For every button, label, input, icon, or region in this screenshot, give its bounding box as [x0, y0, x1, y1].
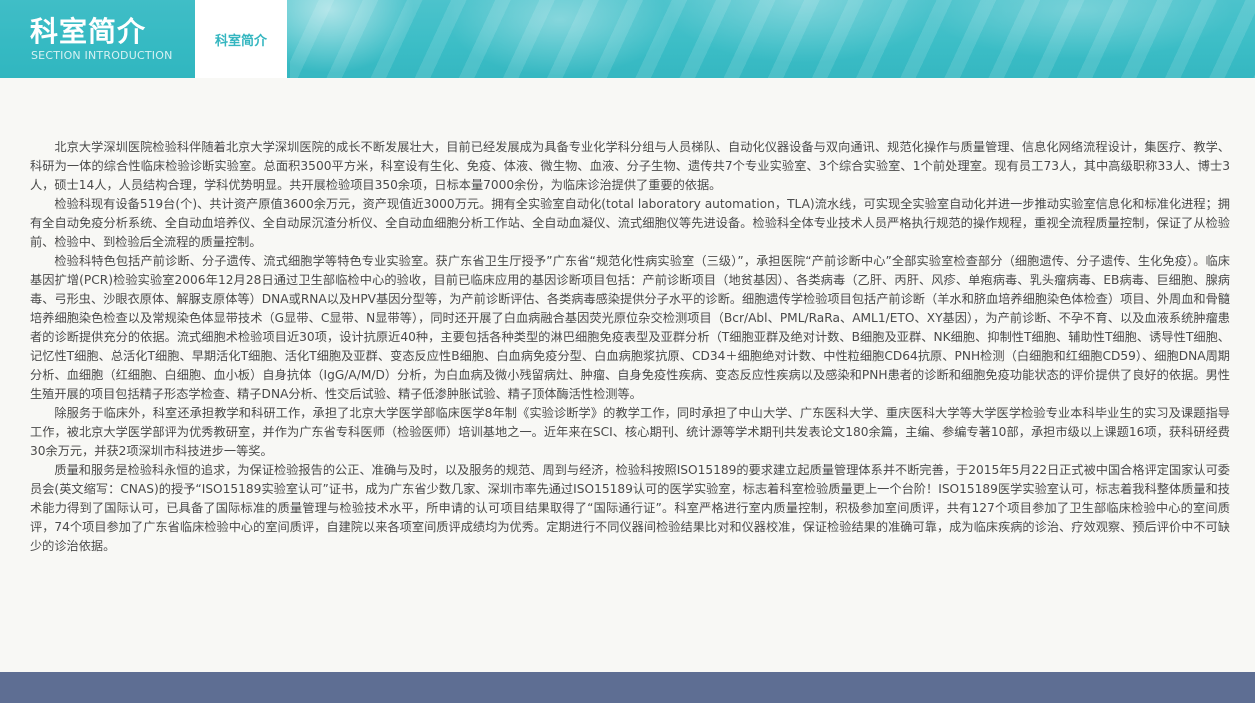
tab-introduction[interactable]: 科室简介 — [195, 0, 287, 78]
page-title: 科室简介 — [30, 15, 147, 48]
introduction-content: 北京大学深圳医院检验科伴随着北京大学深圳医院的成长不断发展壮大，目前已经发展成为… — [30, 138, 1230, 556]
paragraph-overview: 北京大学深圳医院检验科伴随着北京大学深圳医院的成长不断发展壮大，目前已经发展成为… — [30, 140, 1230, 192]
title-block: 科室简介 SECTION INTRODUCTION — [0, 0, 195, 78]
banner-background-image — [290, 0, 1255, 78]
footer-bar — [0, 672, 1255, 703]
paragraph-equipment: 检验科现有设备519台(个)、共计资产原值3600余万元，资产现值近3000万元… — [30, 197, 1230, 249]
tab-introduction-label: 科室简介 — [214, 34, 267, 49]
paragraph-quality-service: 质量和服务是检验科永恒的追求，为保证检验报告的公正、准确与及时，以及服务的规范、… — [30, 463, 1230, 553]
header-banner: 科室简介 SECTION INTRODUCTION 科室简介 — [0, 0, 1255, 78]
paragraph-specialties: 检验科特色包括产前诊断、分子遗传、流式细胞学等特色专业实验室。获广东省卫生厅授予… — [30, 254, 1230, 401]
page-subtitle: SECTION INTRODUCTION — [31, 49, 173, 62]
paragraph-teaching-research: 除服务于临床外，科室还承担教学和科研工作，承担了北京大学医学部临床医学8年制《实… — [30, 406, 1230, 458]
